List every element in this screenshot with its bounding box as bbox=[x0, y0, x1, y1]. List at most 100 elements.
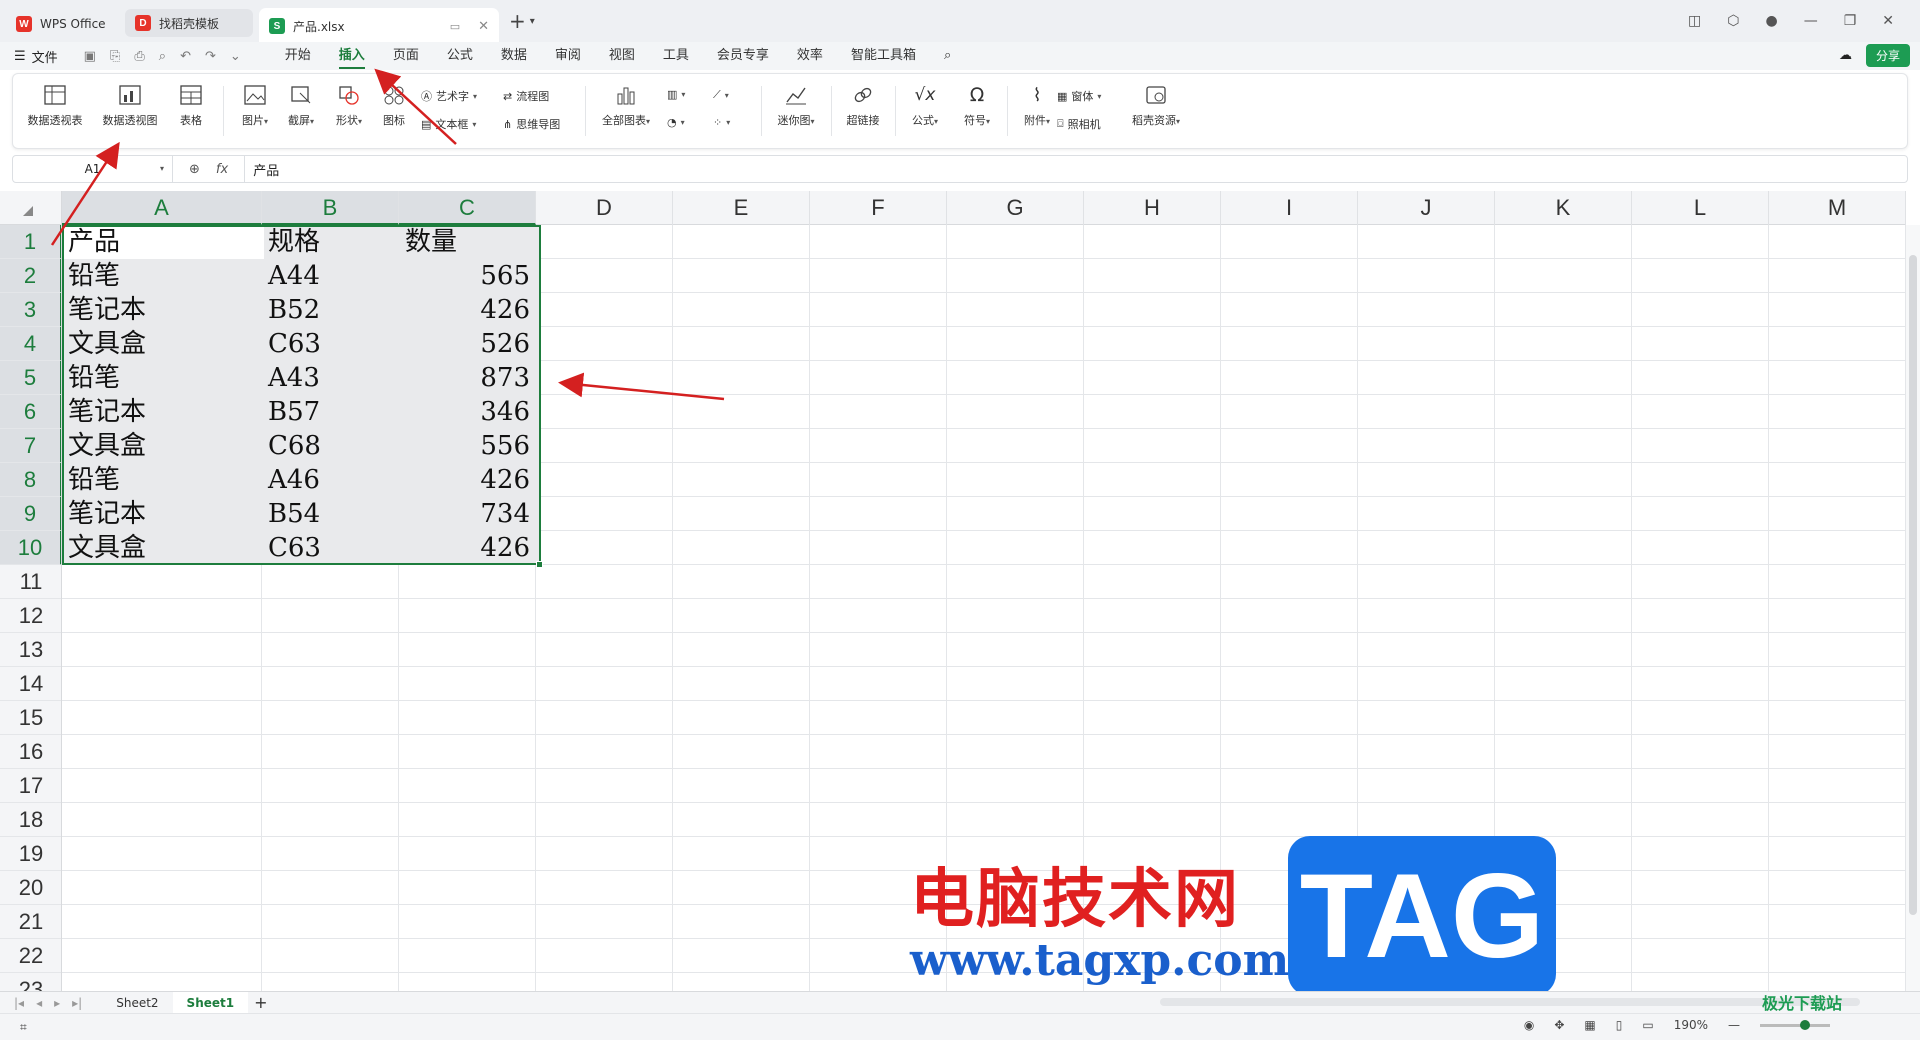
cell-b3[interactable]: B52 bbox=[262, 293, 399, 327]
symbol-button[interactable]: Ω 符号▾ bbox=[957, 84, 997, 128]
cell-c1[interactable]: 数量 bbox=[399, 225, 536, 259]
tab-member[interactable]: 会员专享 bbox=[703, 42, 783, 70]
tab-page[interactable]: 页面 bbox=[379, 42, 433, 70]
cell-a6[interactable]: 笔记本 bbox=[62, 395, 262, 429]
column-header-c[interactable]: C bbox=[399, 191, 536, 225]
tab-document[interactable]: S 产品.xlsx ▭ ✕ bbox=[259, 8, 499, 44]
add-sheet-button[interactable]: + bbox=[254, 993, 267, 1012]
cell-c10[interactable]: 426 bbox=[399, 531, 536, 565]
row-header-5[interactable]: 5 bbox=[0, 361, 61, 395]
preview-icon[interactable]: ⌕ bbox=[159, 49, 166, 64]
next-sheet-icon[interactable]: ▸ bbox=[54, 996, 60, 1010]
row-header-4[interactable]: 4 bbox=[0, 327, 61, 361]
zoom-slider[interactable] bbox=[1760, 1019, 1830, 1030]
row-header-7[interactable]: 7 bbox=[0, 429, 61, 463]
sheet-tab-sheet2[interactable]: Sheet2 bbox=[102, 992, 172, 1014]
row-header-8[interactable]: 8 bbox=[0, 463, 61, 497]
cube-icon[interactable]: ⬡ bbox=[1727, 13, 1739, 29]
hyperlink-button[interactable]: 超链接 bbox=[841, 84, 885, 128]
camera-button[interactable]: ⌼ 照相机 bbox=[1057, 116, 1101, 132]
row-header-23[interactable]: 23 bbox=[0, 973, 61, 991]
column-header-i[interactable]: I bbox=[1221, 191, 1358, 225]
layout-icon[interactable]: ◫ bbox=[1688, 13, 1701, 29]
monitor-icon[interactable]: ▭ bbox=[450, 20, 460, 33]
save-icon[interactable]: ▣ bbox=[84, 49, 96, 64]
column-header-m[interactable]: M bbox=[1769, 191, 1906, 225]
pivot-table-button[interactable]: 数据透视表 bbox=[25, 84, 85, 128]
close-window-icon[interactable]: ✕ bbox=[1882, 13, 1894, 29]
cell-b1[interactable]: 规格 bbox=[262, 225, 399, 259]
cell-b8[interactable]: A46 bbox=[262, 463, 399, 497]
cell-a7[interactable]: 文具盒 bbox=[62, 429, 262, 463]
flowchart-button[interactable]: ⇄ 流程图 bbox=[503, 88, 549, 104]
tab-tools[interactable]: 工具 bbox=[649, 42, 703, 70]
row-header-18[interactable]: 18 bbox=[0, 803, 61, 837]
prev-sheet-icon[interactable]: ◂ bbox=[36, 996, 42, 1010]
macro-icon[interactable]: ⌗ bbox=[20, 1020, 27, 1035]
chevron-down-icon[interactable]: ▾ bbox=[530, 16, 535, 27]
column-header-e[interactable]: E bbox=[673, 191, 810, 225]
cell-c5[interactable]: 873 bbox=[399, 361, 536, 395]
cell-a9[interactable]: 笔记本 bbox=[62, 497, 262, 531]
column-header-d[interactable]: D bbox=[536, 191, 673, 225]
tab-home[interactable]: 开始 bbox=[271, 42, 325, 70]
row-header-2[interactable]: 2 bbox=[0, 259, 61, 293]
tab-template[interactable]: D 找稻壳模板 bbox=[125, 9, 253, 37]
row-header-16[interactable]: 16 bbox=[0, 735, 61, 769]
fx-icon[interactable]: fx bbox=[216, 162, 228, 177]
print-icon[interactable]: ⎙ bbox=[134, 49, 144, 64]
picture-button[interactable]: 图片▾ bbox=[235, 84, 275, 128]
cell-c8[interactable]: 426 bbox=[399, 463, 536, 497]
vertical-scrollbar[interactable] bbox=[1906, 225, 1920, 991]
row-header-10[interactable]: 10 bbox=[0, 531, 61, 565]
restore-icon[interactable]: ❐ bbox=[1844, 13, 1857, 29]
wordart-button[interactable]: Ⓐ 艺术字 ▾ bbox=[421, 88, 477, 104]
tab-data[interactable]: 数据 bbox=[487, 42, 541, 70]
column-header-a[interactable]: A bbox=[62, 191, 262, 225]
column-header-b[interactable]: B bbox=[262, 191, 399, 225]
cell-a1[interactable]: 产品 bbox=[62, 225, 262, 259]
cell-c2[interactable]: 565 bbox=[399, 259, 536, 293]
cell-c4[interactable]: 526 bbox=[399, 327, 536, 361]
name-box[interactable]: A1 ▾ bbox=[13, 156, 173, 182]
cell-a5[interactable]: 铅笔 bbox=[62, 361, 262, 395]
column-chart-button[interactable]: ▥ ▾ bbox=[667, 88, 685, 101]
avatar[interactable]: ● bbox=[1765, 13, 1777, 29]
sheet-tab-sheet1[interactable]: Sheet1 bbox=[172, 991, 249, 1014]
row-header-17[interactable]: 17 bbox=[0, 769, 61, 803]
page-view-icon[interactable]: ▯ bbox=[1616, 1018, 1623, 1032]
tab-efficiency[interactable]: 效率 bbox=[783, 42, 837, 70]
screenshot-button[interactable]: 截屏▾ bbox=[281, 84, 321, 128]
tab-insert[interactable]: 插入 bbox=[325, 42, 379, 70]
select-all-corner[interactable] bbox=[0, 191, 62, 225]
cloud-icon[interactable]: ☁ bbox=[1839, 48, 1852, 63]
cell-b7[interactable]: C68 bbox=[262, 429, 399, 463]
row-header-22[interactable]: 22 bbox=[0, 939, 61, 973]
cell-a10[interactable]: 文具盒 bbox=[62, 531, 262, 565]
tab-review[interactable]: 审阅 bbox=[541, 42, 595, 70]
new-tab-button[interactable]: + bbox=[509, 9, 526, 33]
row-header-9[interactable]: 9 bbox=[0, 497, 61, 531]
cell-b4[interactable]: C63 bbox=[262, 327, 399, 361]
mindmap-button[interactable]: ⋔ 思维导图 bbox=[503, 116, 560, 132]
icons-button[interactable]: 图标 bbox=[377, 84, 411, 128]
line-chart-button[interactable]: ⟋ ▾ bbox=[713, 88, 729, 102]
tab-smart-toolbox[interactable]: 智能工具箱 bbox=[837, 42, 930, 70]
table-button[interactable]: 表格 bbox=[173, 84, 209, 128]
row-header-1[interactable]: 1 bbox=[0, 225, 61, 259]
share-button[interactable]: 分享 bbox=[1865, 44, 1910, 67]
attachment-button[interactable]: ⌇ 附件▾ bbox=[1017, 84, 1057, 128]
cell-b9[interactable]: B54 bbox=[262, 497, 399, 531]
row-header-19[interactable]: 19 bbox=[0, 837, 61, 871]
tab-view[interactable]: 视图 bbox=[595, 42, 649, 70]
row-header-13[interactable]: 13 bbox=[0, 633, 61, 667]
more-icon[interactable]: ⌄ bbox=[230, 49, 241, 64]
sparkline-button[interactable]: 迷你图▾ bbox=[771, 84, 821, 128]
row-header-3[interactable]: 3 bbox=[0, 293, 61, 327]
eye-icon[interactable]: ◉ bbox=[1524, 1018, 1534, 1032]
textbox-button[interactable]: ▤ 文本框 ▾ bbox=[421, 116, 476, 132]
zoom-level[interactable]: 190% bbox=[1674, 1018, 1708, 1032]
horizontal-scrollbar[interactable] bbox=[1160, 998, 1860, 1006]
column-header-j[interactable]: J bbox=[1358, 191, 1495, 225]
cell-a3[interactable]: 笔记本 bbox=[62, 293, 262, 327]
